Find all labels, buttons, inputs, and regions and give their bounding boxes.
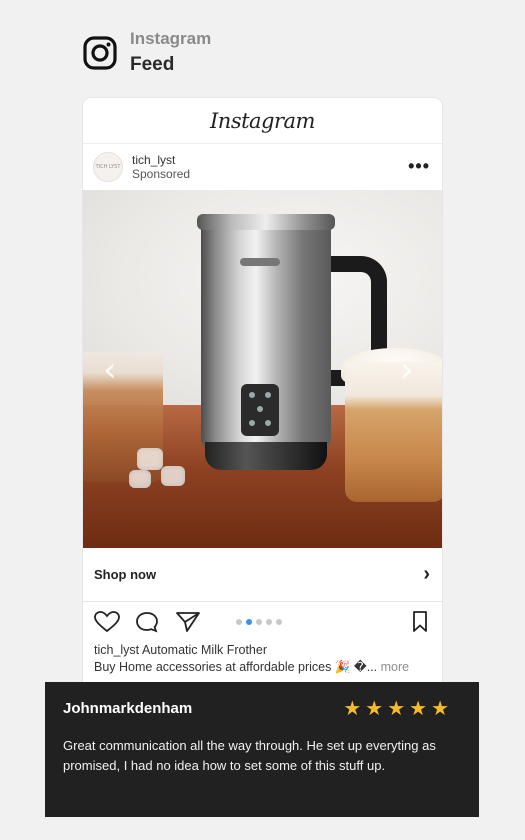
star-icon: ★ (343, 696, 362, 720)
caption-body: Buy Home accessories at affordable price… (94, 660, 381, 674)
caption-title: Automatic Milk Frother (141, 643, 267, 657)
carousel-prev-icon[interactable]: ‹ (103, 352, 125, 388)
latte-glass-right (345, 362, 442, 502)
product-image[interactable]: ‹ › (83, 190, 442, 548)
chevron-right-icon: › (423, 563, 430, 585)
caption-username[interactable]: tich_lyst (94, 643, 139, 657)
review-text: Great communication all the way through.… (63, 738, 436, 773)
post-header: TICH LYST tich_lyst Sponsored ••• (83, 144, 442, 190)
bookmark-icon[interactable] (409, 611, 435, 633)
post-caption: tich_lyst Automatic Milk Frother Buy Hom… (83, 640, 442, 678)
caption-more-link[interactable]: more (381, 660, 409, 674)
control-panel (241, 384, 279, 436)
carousel-dot (266, 619, 272, 625)
star-rating: ★ ★ ★ ★ ★ (343, 698, 449, 718)
carousel-indicator (236, 619, 282, 625)
post-actions (83, 602, 442, 640)
carousel-dot (236, 619, 242, 625)
instagram-post: Instagram TICH LYST tich_lyst Sponsored … (83, 98, 442, 698)
star-icon: ★ (431, 696, 449, 720)
more-options-icon[interactable]: ••• (408, 156, 430, 177)
shop-now-label: Shop now (94, 567, 157, 582)
post-topbar: Instagram (83, 98, 442, 144)
avatar[interactable]: TICH LYST (93, 152, 123, 182)
account-name[interactable]: tich_lyst (132, 153, 190, 167)
review-card: Johnmarkdenham ★ ★ ★ ★ ★ Great communication… (45, 682, 479, 817)
carousel-dot (256, 619, 262, 625)
sponsored-label: Sponsored (132, 167, 191, 181)
shop-now-bar[interactable]: Shop now › (83, 548, 442, 602)
carousel-next-icon[interactable]: › (400, 352, 422, 388)
star-icon: ★ (409, 696, 428, 720)
star-icon: ★ (387, 696, 406, 720)
platform-name: Instagram (130, 29, 212, 48)
carousel-dot (246, 619, 252, 625)
section-title: Feed (130, 54, 175, 75)
star-icon: ★ (365, 696, 384, 720)
platform-header: Instagram Feed (82, 28, 211, 78)
send-icon[interactable] (175, 611, 201, 633)
comment-icon[interactable] (134, 611, 160, 633)
heart-icon[interactable] (94, 611, 120, 633)
carousel-dot (276, 619, 282, 625)
instagram-icon (82, 35, 118, 71)
instagram-wordmark: Instagram (210, 108, 315, 133)
